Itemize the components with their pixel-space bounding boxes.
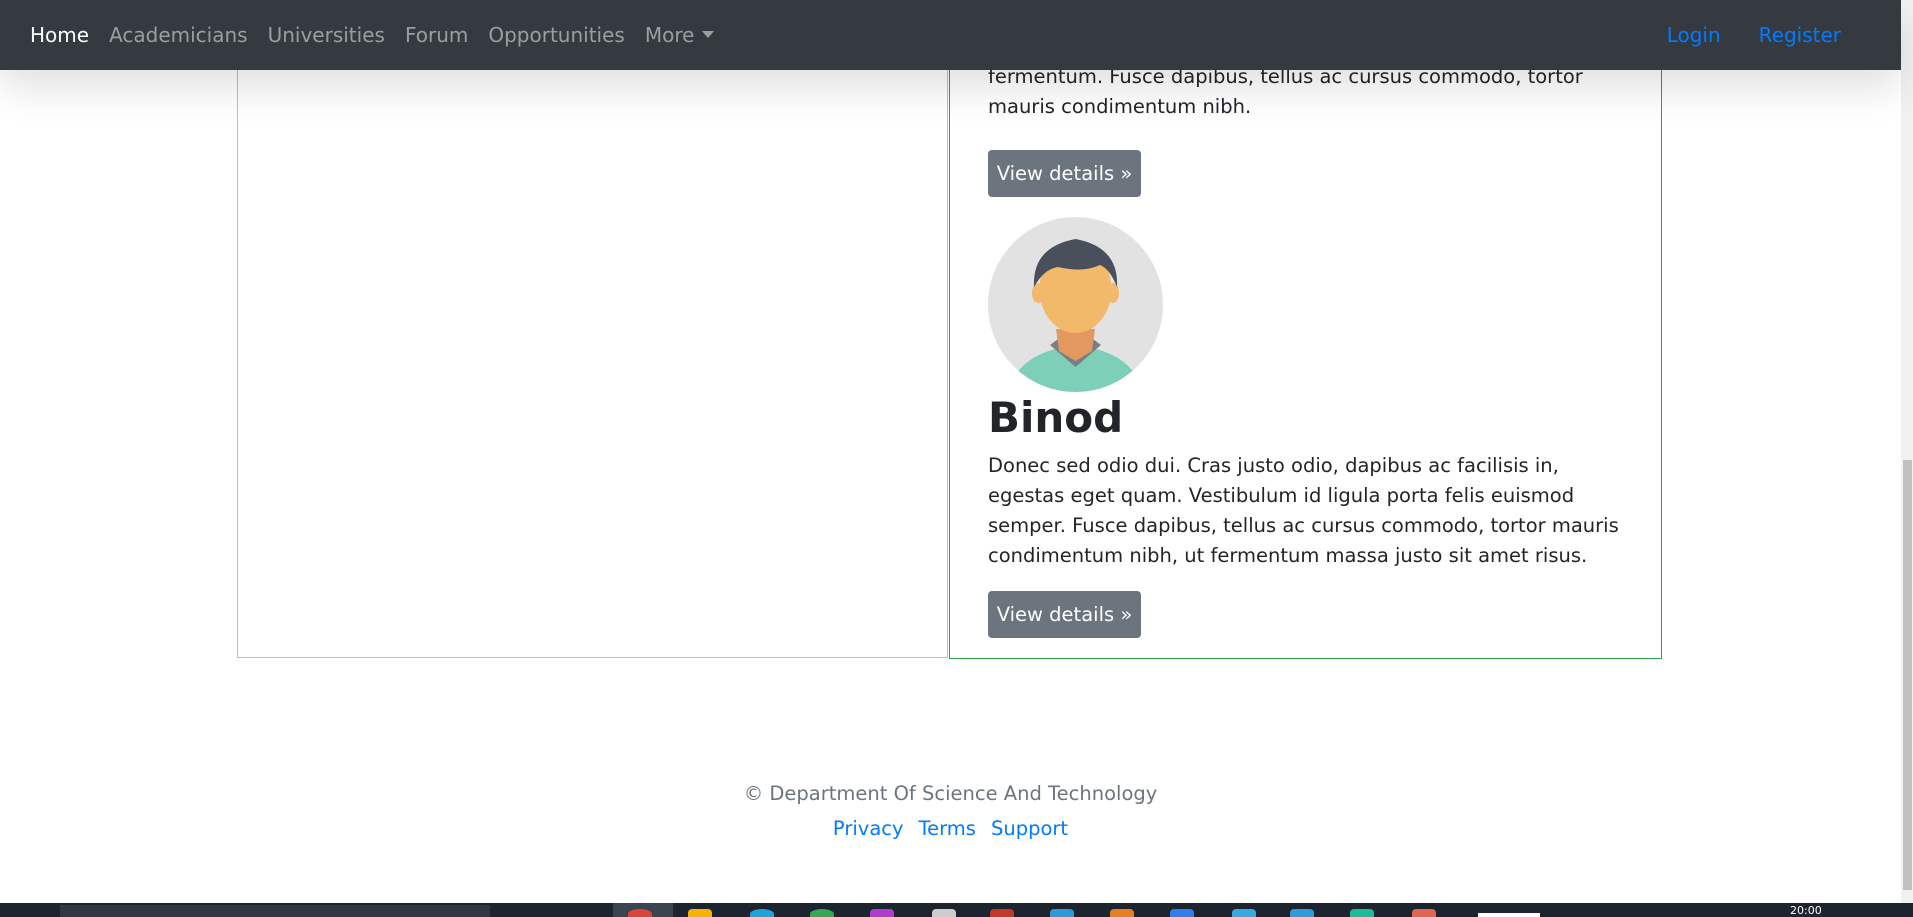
taskbar-clock[interactable]: 20:00 xyxy=(1790,904,1822,917)
edge-icon[interactable] xyxy=(750,909,774,917)
scrollbar-thumb[interactable] xyxy=(1903,460,1912,890)
nav-academicians[interactable]: Academicians xyxy=(109,23,248,47)
footer-link-support[interactable]: Support xyxy=(991,817,1068,840)
previous-card-text: fermentum. Fusce dapibus, tellus ac curs… xyxy=(988,65,1583,118)
left-column-card xyxy=(237,0,948,658)
register-link[interactable]: Register xyxy=(1759,23,1841,47)
user-avatar-icon xyxy=(988,217,1163,392)
nav-opportunities[interactable]: Opportunities xyxy=(488,23,624,47)
app-icon-blue-2[interactable] xyxy=(1170,909,1194,917)
app-icon-blue[interactable] xyxy=(1050,909,1074,917)
login-link[interactable]: Login xyxy=(1667,23,1721,47)
navbar-menu: Home Academicians Universities Forum Opp… xyxy=(30,0,734,70)
app-icon-orange[interactable] xyxy=(1110,909,1134,917)
taskbar-search-box[interactable] xyxy=(60,905,490,917)
person-description: Donec sed odio dui. Cras justo odio, dap… xyxy=(988,454,1619,567)
footer-link-terms[interactable]: Terms xyxy=(919,817,976,840)
footer-copyright: © Department Of Science And Technology xyxy=(743,782,1158,805)
app-icon-green[interactable] xyxy=(810,909,834,917)
view-details-button[interactable]: View details » xyxy=(988,591,1141,638)
app-icon-salmon[interactable] xyxy=(1412,909,1436,917)
page: fermentum. Fusce dapibus, tellus ac curs… xyxy=(0,0,1913,917)
app-icon-gray[interactable] xyxy=(932,909,956,917)
app-icon-blue-3[interactable] xyxy=(1290,909,1314,917)
nav-home[interactable]: Home xyxy=(30,23,89,47)
footer-link-privacy[interactable]: Privacy xyxy=(833,817,904,840)
app-icon-red[interactable] xyxy=(990,909,1014,917)
person-name-heading: Binod xyxy=(988,393,1124,442)
navbar-auth: Login Register xyxy=(1667,0,1841,70)
chrome-icon[interactable] xyxy=(628,909,652,917)
folder-icon[interactable] xyxy=(688,909,712,917)
top-navbar: Home Academicians Universities Forum Opp… xyxy=(0,0,1901,70)
app-icon-teal[interactable] xyxy=(1350,909,1374,917)
app-icon-purple[interactable] xyxy=(870,909,894,917)
taskbar-indicator xyxy=(1478,913,1540,917)
os-taskbar: 20:00 xyxy=(0,903,1913,917)
app-icon-cyan[interactable] xyxy=(1232,909,1256,917)
caret-down-icon xyxy=(702,31,715,38)
nav-universities[interactable]: Universities xyxy=(268,23,385,47)
nav-more-label: More xyxy=(644,23,695,47)
view-details-button-previous[interactable]: View details » xyxy=(988,150,1141,197)
footer-links: Privacy Terms Support xyxy=(0,817,1901,840)
nav-more-dropdown[interactable]: More xyxy=(645,23,715,47)
nav-forum[interactable]: Forum xyxy=(405,23,468,47)
